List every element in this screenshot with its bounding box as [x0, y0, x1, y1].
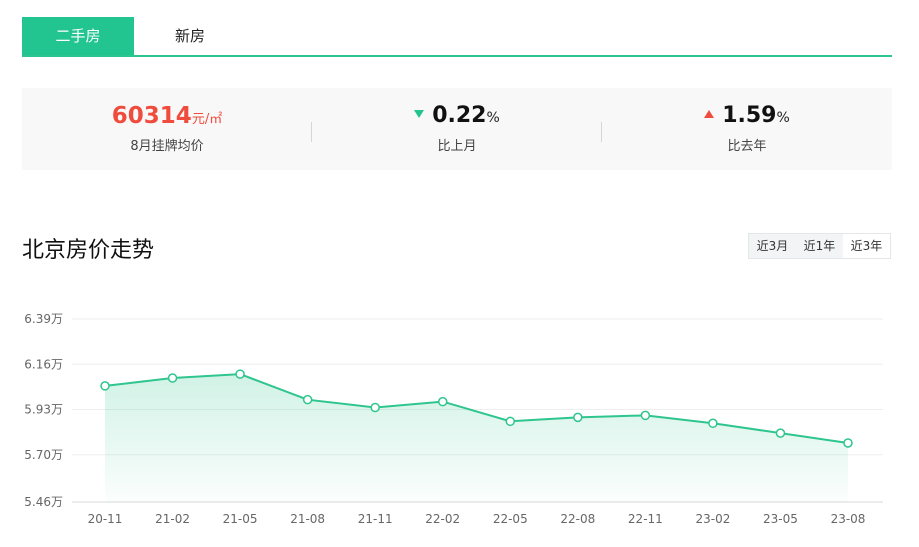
- mom-label: 比上月: [437, 139, 477, 154]
- data-point[interactable]: [167, 373, 178, 383]
- avg-price-value: 60314: [111, 103, 192, 129]
- range-1-year-button[interactable]: 近1年: [796, 234, 843, 258]
- data-point[interactable]: [505, 416, 516, 427]
- chart-title: 北京房价走势: [22, 238, 155, 263]
- data-point[interactable]: [708, 418, 718, 429]
- x-tick-label: 23-08: [831, 512, 866, 526]
- mom-stat: 0.22% 比上月: [312, 88, 602, 170]
- range-3-years-button[interactable]: 近3年: [843, 234, 890, 258]
- x-tick-label: 23-02: [695, 512, 730, 526]
- x-tick-label: 22-11: [628, 512, 663, 526]
- data-point[interactable]: [100, 381, 110, 391]
- house-type-tabs: 二手房 新房: [22, 17, 892, 57]
- down-arrow-icon: [414, 110, 425, 118]
- x-tick-label: 22-08: [560, 512, 595, 526]
- data-point[interactable]: [302, 394, 313, 405]
- y-tick-label: 6.39万: [24, 312, 63, 326]
- x-tick-label: 20-11: [88, 512, 123, 526]
- data-point[interactable]: [775, 428, 786, 438]
- up-arrow-icon: [704, 110, 715, 118]
- y-tick-label: 5.70万: [24, 448, 63, 462]
- x-tick-label: 22-05: [493, 512, 528, 526]
- x-tick-label: 23-05: [763, 512, 798, 526]
- avg-price-unit: 元/㎡: [191, 112, 223, 127]
- x-tick-label: 21-05: [223, 512, 258, 526]
- y-tick-label: 5.46万: [24, 495, 63, 509]
- data-point[interactable]: [573, 412, 583, 423]
- x-tick-label: 22-02: [425, 512, 460, 526]
- data-point[interactable]: [843, 438, 853, 448]
- data-point[interactable]: [370, 402, 380, 413]
- price-trend-chart: 5.46万 5.70万 5.93万 6.16万 6.39万 20-11 21-02 21-0…: [24, 312, 883, 526]
- price-area: [105, 374, 848, 502]
- data-point[interactable]: [437, 396, 448, 407]
- mom-unit: %: [486, 110, 500, 126]
- data-point[interactable]: [235, 369, 245, 379]
- avg-price-label: 8月挂牌均价: [130, 139, 204, 154]
- x-tick-label: 21-11: [358, 512, 393, 526]
- mom-value: 0.22: [432, 103, 487, 128]
- y-tick-label: 6.16万: [24, 357, 63, 371]
- tab-new-house[interactable]: 新房: [134, 17, 246, 55]
- x-tick-label: 21-02: [155, 512, 190, 526]
- data-point[interactable]: [640, 410, 651, 421]
- range-3-months-button[interactable]: 近3月: [749, 234, 796, 258]
- yoy-label: 比去年: [727, 139, 767, 154]
- x-tick-label: 21-08: [290, 512, 325, 526]
- price-summary: 60314元/㎡ 8月挂牌均价 0.22% 比上月 1.59% 比去年: [22, 88, 892, 170]
- yoy-unit: %: [776, 110, 790, 126]
- avg-price-stat: 60314元/㎡ 8月挂牌均价: [22, 88, 312, 170]
- yoy-value: 1.59: [722, 103, 777, 128]
- tab-second-hand[interactable]: 二手房: [22, 17, 134, 55]
- range-selector: 近3月 近1年 近3年: [748, 233, 891, 259]
- y-tick-label: 5.93万: [24, 403, 63, 417]
- yoy-stat: 1.59% 比去年: [602, 88, 892, 170]
